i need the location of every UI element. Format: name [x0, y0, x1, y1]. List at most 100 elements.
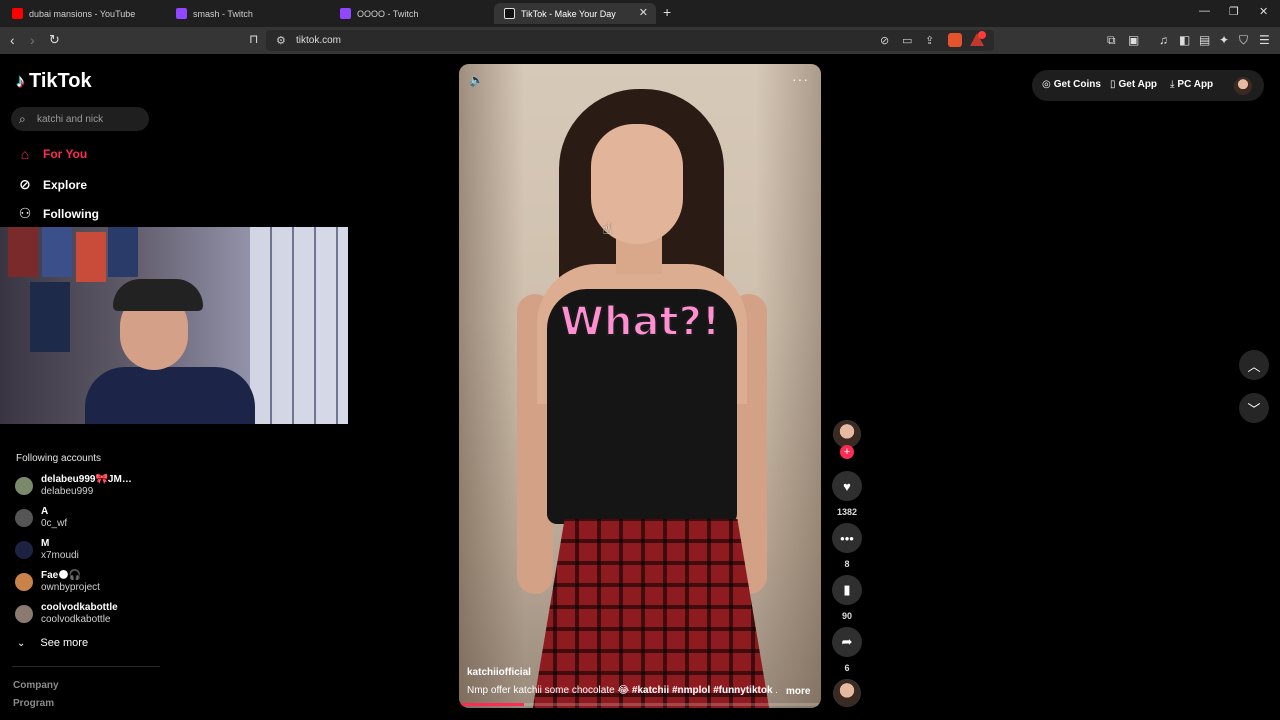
hashtag[interactable]: #katchii	[632, 685, 669, 696]
like-button[interactable]: ♥	[832, 471, 862, 501]
tab-title: dubai mansions - YouTube	[29, 8, 136, 19]
comment-count: 8	[844, 559, 850, 569]
tab-twitch-oooo[interactable]: OOOO - Twitch	[330, 3, 492, 24]
brand-name: TikTok	[29, 70, 92, 92]
profile-avatar[interactable]	[1234, 77, 1252, 95]
account-item[interactable]: Fae🌑🎧 ownbyproject	[15, 570, 100, 594]
get-app-button[interactable]: ▯ Get App	[1110, 79, 1157, 90]
music-icon[interactable]: ♫	[1159, 33, 1168, 47]
tab-search-icon[interactable]: ▣	[1128, 33, 1139, 47]
hashtag[interactable]: #funnytiktok	[713, 685, 772, 696]
account-item[interactable]: coolvodkabottle coolvodkabottle	[15, 602, 118, 626]
user-follow-icon: ⚇	[18, 205, 32, 221]
search-input[interactable]	[37, 111, 145, 127]
wall-poster	[30, 282, 70, 352]
bookmark-icon[interactable]: ⊓	[249, 32, 258, 46]
previous-video-button[interactable]: ︿	[1239, 350, 1269, 380]
see-more-button[interactable]: ⌄ See more	[17, 637, 88, 649]
tiktok-note-icon: ♪	[16, 71, 25, 91]
reload-icon[interactable]: ↻	[49, 32, 60, 48]
volume-icon[interactable]: 🔈	[469, 73, 484, 87]
browser-tab-bar: dubai mansions - YouTube smash - Twitch …	[0, 0, 1280, 27]
address-bar[interactable]: ⚙ tiktok.com ⊘ ▭ ⇪	[266, 30, 994, 51]
youtube-favicon-icon	[12, 8, 23, 19]
description-more-link[interactable]: more	[786, 686, 810, 697]
nav-following[interactable]: ⚇ Following	[16, 205, 99, 222]
url-text: tiktok.com	[296, 35, 342, 46]
sidebar-toggle-icon[interactable]: ◧	[1179, 33, 1190, 47]
coin-icon: ◎	[1042, 79, 1051, 90]
tab-twitch-smash[interactable]: smash - Twitch	[166, 3, 328, 24]
back-icon[interactable]: ‹	[10, 32, 15, 48]
video-description: Nmp offer katchii some chocolate 😂 #katc…	[467, 685, 777, 696]
webcam-overlay	[0, 227, 348, 424]
brave-shield-icon[interactable]	[948, 33, 962, 47]
pc-app-button[interactable]: ⤓ PC App	[1170, 79, 1213, 90]
footer-company-link[interactable]: Company	[13, 680, 59, 691]
bookmark-icon: ▮	[843, 582, 851, 597]
tiktok-logo[interactable]: ♪ TikTok	[16, 70, 92, 93]
nav-label: For You	[43, 147, 88, 161]
sound-avatar[interactable]	[833, 679, 861, 707]
hashtag[interactable]: #nmplol	[672, 685, 710, 696]
menu-icon[interactable]: ☰	[1259, 33, 1270, 47]
video-progress-bar[interactable]	[459, 703, 821, 706]
video-author[interactable]: katchiiofficial	[467, 667, 531, 678]
next-video-button[interactable]: ﹀	[1239, 393, 1269, 423]
twitch-favicon-icon	[340, 8, 351, 19]
divider	[12, 666, 160, 667]
see-more-label: See more	[40, 637, 89, 649]
close-window-icon[interactable]: ✕	[1259, 5, 1268, 18]
avatar	[15, 477, 33, 495]
minimize-icon[interactable]: —	[1199, 5, 1210, 17]
nav-explore[interactable]: ⊘ Explore	[16, 176, 87, 193]
more-options-icon[interactable]: ···	[792, 71, 809, 87]
share-icon[interactable]: ⇪	[925, 34, 934, 47]
avatar	[15, 605, 33, 623]
video-player[interactable]: What?! 🔈 ··· katchiiofficial Nmp offer k…	[459, 64, 821, 708]
room-divider	[250, 227, 348, 424]
hand-cursor-icon: ☝	[602, 221, 612, 238]
vpn-shield-icon[interactable]: ⛉	[1239, 33, 1248, 48]
tab-title: smash - Twitch	[193, 8, 253, 19]
search-box[interactable]: ⌕	[11, 107, 149, 131]
get-coins-button[interactable]: ◎ Get Coins	[1042, 79, 1101, 90]
close-tab-icon[interactable]: ✕	[639, 6, 648, 19]
share-count: 6	[844, 663, 850, 673]
footer-program-link[interactable]: Program	[13, 698, 54, 709]
share-button[interactable]: ➦	[832, 627, 862, 657]
ai-sparkle-icon[interactable]: ✦	[1219, 33, 1229, 47]
cast-off-icon[interactable]: ⊘	[880, 34, 889, 47]
follow-plus-icon[interactable]: +	[840, 445, 854, 459]
notification-badge	[978, 31, 986, 39]
new-tab-icon[interactable]: +	[663, 4, 671, 20]
creator-avatar[interactable]	[833, 420, 861, 448]
comment-button[interactable]: •••	[832, 523, 862, 553]
video-caption-overlay: What?!	[559, 298, 721, 346]
account-item[interactable]: A 0c_wf	[15, 506, 67, 530]
tab-youtube[interactable]: dubai mansions - YouTube	[2, 3, 164, 24]
home-icon: ⌂	[20, 146, 30, 162]
account-item[interactable]: delabeu999🎀JM… delabeu999	[15, 474, 132, 498]
account-item[interactable]: Mx7moudi	[15, 538, 79, 562]
twitch-favicon-icon	[176, 8, 187, 19]
tab-title: TikTok - Make Your Day	[521, 8, 616, 19]
download-icon: ⤓	[1170, 79, 1175, 90]
screen-icon[interactable]: ▭	[902, 34, 912, 47]
nav-for-you[interactable]: ⌂ For You	[16, 146, 87, 162]
save-button[interactable]: ▮	[832, 575, 862, 605]
wallet-icon[interactable]: ▤	[1199, 33, 1210, 47]
heart-icon: ♥	[843, 478, 851, 494]
wall-poster	[42, 227, 72, 277]
extensions-icon[interactable]: ⧉	[1107, 33, 1116, 48]
like-count: 1382	[836, 507, 858, 517]
nav-label: Following	[43, 206, 99, 221]
site-settings-icon[interactable]: ⚙	[276, 34, 286, 47]
tiktok-favicon-icon	[504, 8, 515, 19]
restore-icon[interactable]: ❐	[1229, 5, 1239, 18]
tab-title: OOOO - Twitch	[357, 8, 419, 19]
save-count: 90	[841, 611, 852, 621]
forward-icon[interactable]: ›	[30, 32, 35, 48]
tab-tiktok[interactable]: TikTok - Make Your Day ✕	[494, 3, 656, 24]
chevron-down-icon: ﹀	[1247, 401, 1261, 417]
